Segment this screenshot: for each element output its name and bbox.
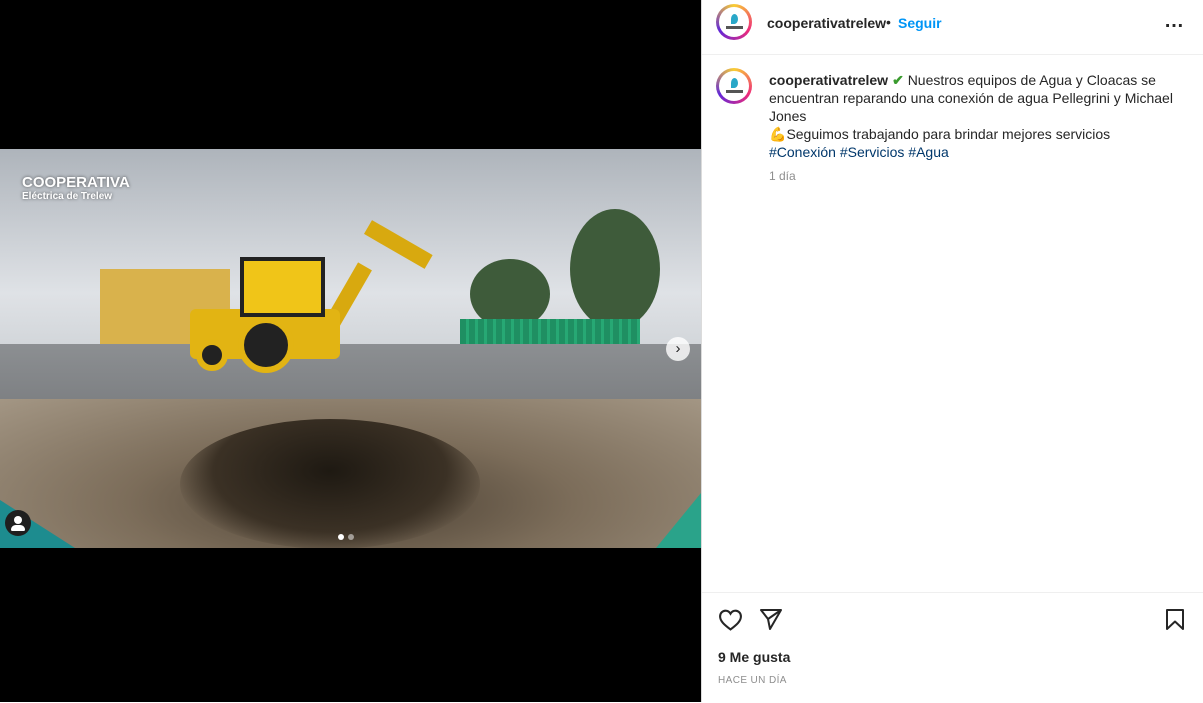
avatar-image — [719, 7, 749, 37]
post-sidebar: cooperativatrelew • Seguir … cooperativa… — [701, 0, 1203, 702]
logo-text-mark — [726, 90, 743, 93]
watermark-subtitle: Eléctrica de Trelew — [22, 191, 113, 202]
post-media: COOPERATIVA Eléctrica de Trelew › — [0, 0, 701, 702]
caption-username[interactable]: cooperativatrelew — [769, 72, 888, 88]
follow-button[interactable]: Seguir — [898, 15, 942, 31]
heart-icon[interactable] — [718, 608, 743, 638]
caption-line-2: Seguimos trabajando para brindar mejores… — [786, 126, 1111, 142]
post-header: cooperativatrelew • Seguir … — [702, 0, 1203, 55]
logo-drop-icon — [731, 14, 738, 24]
photo-excavation — [180, 419, 480, 548]
hashtag-list: #Conexión #Servicios #Agua — [769, 144, 949, 160]
logo-text-mark — [726, 26, 743, 29]
paper-plane-icon[interactable] — [759, 608, 783, 638]
carousel-dot — [348, 534, 354, 540]
watermark-logo: COOPERATIVA Eléctrica de Trelew — [22, 174, 130, 202]
watermark-title: COOPERATIVA — [22, 174, 130, 191]
hashtag-link[interactable]: #Servicios — [840, 144, 905, 160]
more-options-icon[interactable]: … — [1164, 10, 1185, 33]
separator-dot: • — [886, 14, 891, 30]
post-timestamp[interactable]: HACE UN DÍA — [718, 675, 787, 686]
logo-drop-icon — [731, 78, 738, 88]
like-count[interactable]: 9 Me gusta — [718, 649, 790, 665]
backhoe-cab — [240, 257, 325, 317]
check-icon: ✔ — [892, 72, 904, 88]
avatar[interactable] — [716, 68, 752, 104]
caption-text: cooperativatrelew ✔ Nuestros equipos de A… — [769, 71, 1184, 185]
carousel-indicator — [338, 527, 358, 545]
post-photo[interactable]: COOPERATIVA Eléctrica de Trelew › — [0, 149, 701, 548]
backhoe-wheel — [196, 339, 228, 371]
user-tag-icon[interactable] — [5, 510, 31, 536]
carousel-dot-active — [338, 534, 344, 540]
corner-decoration — [656, 493, 701, 548]
bookmark-icon[interactable] — [1165, 608, 1185, 638]
photo-tree — [570, 209, 660, 329]
header-username[interactable]: cooperativatrelew — [767, 15, 886, 31]
hashtag-link[interactable]: #Conexión — [769, 144, 836, 160]
hashtag-link[interactable]: #Agua — [908, 144, 948, 160]
muscle-icon: 💪 — [769, 126, 787, 142]
avatar-image — [719, 71, 749, 101]
next-slide-button[interactable]: › — [666, 337, 690, 361]
action-bar: 9 Me gusta HACE UN DÍA — [702, 592, 1203, 703]
backhoe-wheel — [238, 317, 294, 373]
avatar[interactable] — [716, 4, 752, 40]
comment-timestamp[interactable]: 1 día — [769, 167, 1184, 185]
